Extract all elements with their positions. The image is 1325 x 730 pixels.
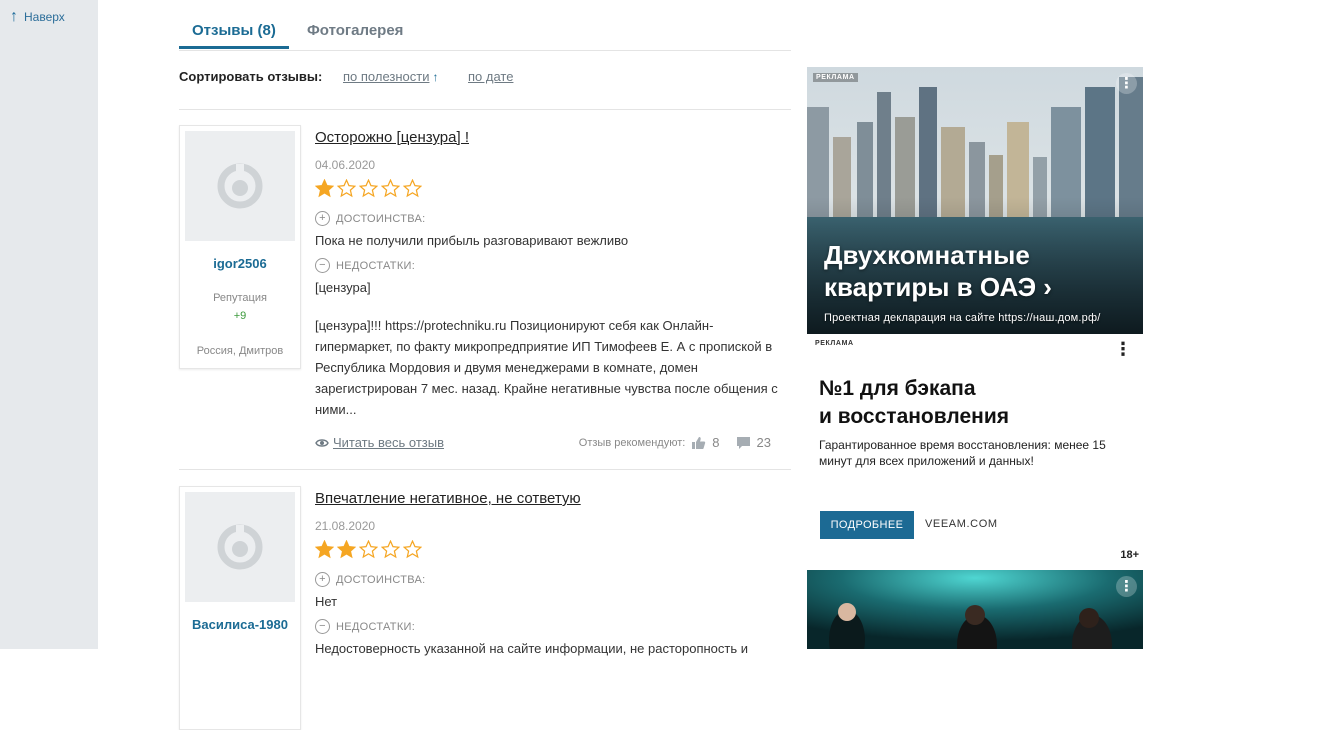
read-full-review-label: Читать весь отзыв bbox=[333, 435, 445, 450]
sort-by-usefulness-link[interactable]: по полезности ↑ bbox=[343, 69, 438, 84]
ad-headline-line2: квартиры в ОАЭ › bbox=[824, 272, 1052, 302]
pros-text: Нет bbox=[315, 594, 338, 609]
review-recommendations: Отзыв рекомендуют: 8 23 bbox=[579, 435, 771, 450]
back-to-top-label: Наверх bbox=[24, 10, 65, 24]
ad-options-icon[interactable]: ⋮ bbox=[1116, 576, 1137, 597]
pros-heading: + ДОСТОИНСТВА: bbox=[315, 572, 425, 587]
review-date: 04.06.2020 bbox=[315, 158, 376, 172]
ad-text: Гарантированное время восстановления: ме… bbox=[819, 438, 1106, 468]
reputation-label: Репутация bbox=[213, 292, 267, 304]
cons-heading: − НЕДОСТАТКИ: bbox=[315, 619, 415, 634]
tab-photo-gallery[interactable]: Фотогалерея bbox=[307, 22, 403, 39]
star-filled-icon bbox=[315, 179, 334, 198]
star-empty-icon bbox=[403, 179, 422, 198]
author-name-link[interactable]: igor2506 bbox=[180, 256, 300, 271]
ad-title-line1: №1 для бэкапа bbox=[819, 377, 976, 400]
avatar bbox=[185, 492, 295, 602]
pros-heading: + ДОСТОИНСТВА: bbox=[315, 211, 425, 226]
author-location: Россия, Дмитров bbox=[196, 345, 284, 357]
cons-label: НЕДОСТАТКИ: bbox=[336, 259, 416, 272]
ad-options-icon[interactable]: ⋮ bbox=[1116, 73, 1137, 94]
pros-label: ДОСТОИНСТВА: bbox=[336, 212, 426, 225]
avatar bbox=[185, 131, 295, 241]
age-rating-badge: 18+ bbox=[1120, 549, 1139, 561]
review-title-link[interactable]: Осторожно [цензура] ! bbox=[315, 129, 469, 146]
ad-label: РЕКЛАМА bbox=[815, 340, 854, 347]
author-card: igor2506 Репутация +9 Россия, Дмитров bbox=[179, 125, 301, 369]
left-rail: ↑ Наверх bbox=[0, 0, 98, 649]
minus-circle-icon: − bbox=[315, 258, 330, 273]
sort-by-usefulness-label: по полезности bbox=[343, 69, 430, 84]
ad-options-icon[interactable]: ⋮ bbox=[1114, 340, 1132, 358]
pros-label: ДОСТОИНСТВА: bbox=[336, 573, 426, 586]
author-name-link[interactable]: Василиса-1980 bbox=[180, 617, 300, 632]
default-avatar-icon bbox=[217, 524, 263, 570]
eye-icon bbox=[315, 438, 329, 447]
minus-circle-icon: − bbox=[315, 619, 330, 634]
ad-domain-link[interactable]: VEEAM.COM bbox=[925, 518, 998, 530]
cons-label: НЕДОСТАТКИ: bbox=[336, 620, 416, 633]
review-title-link[interactable]: Впечатление негативное, не сответую bbox=[315, 490, 581, 507]
ad-concert-image bbox=[807, 570, 1143, 649]
ad-label: РЕКЛАМА bbox=[813, 73, 858, 82]
star-empty-icon bbox=[403, 540, 422, 559]
star-rating bbox=[315, 179, 422, 198]
star-empty-icon bbox=[381, 540, 400, 559]
comments-count: 23 bbox=[756, 435, 771, 450]
thumbs-up-icon[interactable] bbox=[691, 436, 706, 450]
sort-direction-icon: ↑ bbox=[432, 70, 439, 84]
plus-circle-icon: + bbox=[315, 211, 330, 226]
star-empty-icon bbox=[337, 179, 356, 198]
ad-title-line2: и восстановления bbox=[819, 405, 1009, 428]
cons-text: [цензура] bbox=[315, 280, 371, 295]
back-to-top-link[interactable]: ↑ Наверх bbox=[10, 8, 65, 26]
arrow-up-icon: ↑ bbox=[10, 8, 18, 25]
star-empty-icon bbox=[381, 179, 400, 198]
read-full-review-link[interactable]: Читать весь отзыв bbox=[315, 435, 444, 450]
ad-headline: Двухкомнатные квартиры в ОАЭ › bbox=[824, 239, 1052, 303]
pros-text: Пока не получили прибыль разговаривают в… bbox=[315, 233, 629, 248]
ad-headline-line1: Двухкомнатные bbox=[824, 240, 1030, 270]
ad-banner-veeam: РЕКЛАМА ⋮ №1 для бэкапа и восстановления… bbox=[807, 337, 1143, 567]
ad-disclaimer: Проектная декларация на сайте https://на… bbox=[824, 312, 1101, 324]
sort-by-date-link[interactable]: по дате bbox=[468, 69, 513, 84]
star-empty-icon bbox=[359, 179, 378, 198]
review-tabs: Отзывы (8) Фотогалерея bbox=[179, 0, 791, 51]
reputation-value: +9 bbox=[233, 310, 247, 322]
comment-icon[interactable] bbox=[736, 436, 751, 450]
review-text: [цензура]!!! https://protechniku.ru Пози… bbox=[315, 318, 778, 417]
star-filled-icon bbox=[315, 540, 334, 559]
recommend-label: Отзыв рекомендуют: bbox=[578, 436, 686, 449]
ad-banner-uae-apartments[interactable]: РЕКЛАМА ⋮ Двухкомнатные квартиры в ОАЭ ›… bbox=[807, 67, 1143, 334]
likes-count: 8 bbox=[712, 435, 720, 450]
star-filled-icon bbox=[337, 540, 356, 559]
review-date: 21.08.2020 bbox=[315, 519, 376, 533]
plus-circle-icon: + bbox=[315, 572, 330, 587]
ad-more-button[interactable]: ПОДРОБНЕЕ bbox=[820, 511, 914, 539]
default-avatar-icon bbox=[217, 163, 263, 209]
cons-heading: − НЕДОСТАТКИ: bbox=[315, 258, 415, 273]
ad-banner-concert[interactable]: ⋮ bbox=[807, 570, 1143, 649]
star-empty-icon bbox=[359, 540, 378, 559]
sort-label: Сортировать отзывы: bbox=[179, 69, 323, 84]
divider bbox=[179, 469, 791, 470]
ad-title: №1 для бэкапа и восстановления bbox=[819, 375, 1009, 431]
tab-reviews[interactable]: Отзывы (8) bbox=[179, 22, 289, 49]
star-rating bbox=[315, 540, 422, 559]
divider bbox=[179, 109, 791, 110]
author-card: Василиса-1980 bbox=[179, 486, 301, 730]
